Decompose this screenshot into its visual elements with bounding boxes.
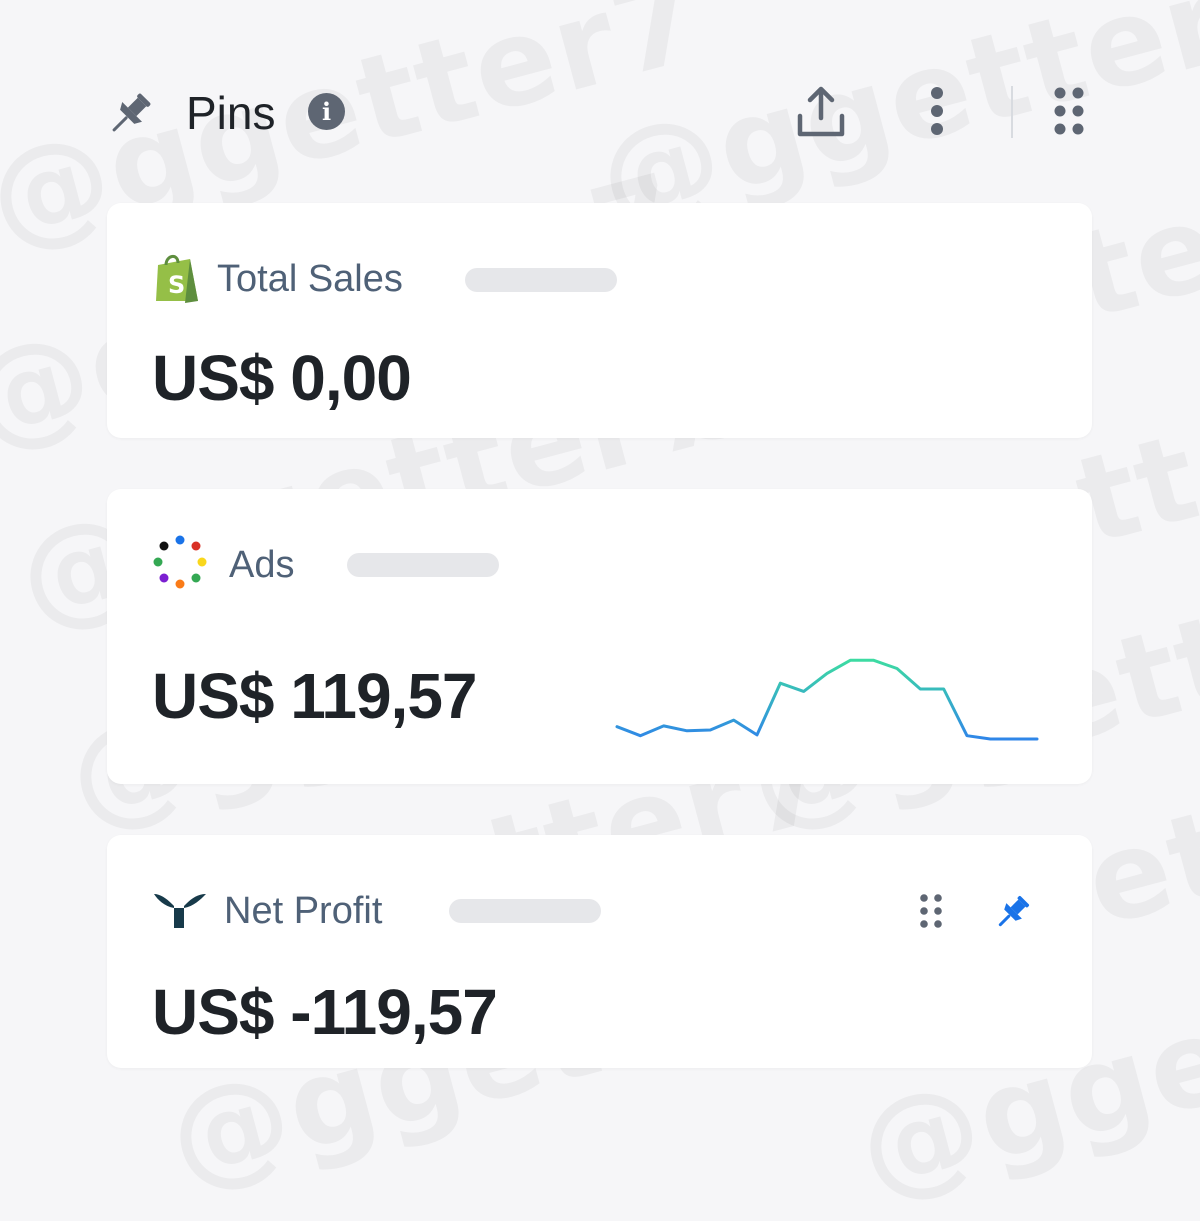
- card-value: US$ -119,57: [152, 976, 498, 1048]
- placeholder-bar: [465, 268, 617, 292]
- sparkline-path: [615, 658, 1039, 741]
- placeholder-bar: [347, 553, 499, 577]
- card-label: Ads: [229, 544, 295, 586]
- pin-icon: [112, 93, 151, 132]
- pins-header: Pins i: [0, 0, 1200, 200]
- card-value: US$ 119,57: [152, 660, 477, 732]
- header-divider: [1011, 86, 1013, 138]
- net-profit-card[interactable]: Net Profit US$ -119,57: [107, 835, 1092, 1068]
- pin-icon[interactable]: [992, 893, 1032, 933]
- svg-text:S: S: [168, 271, 185, 299]
- info-icon[interactable]: i: [308, 93, 345, 130]
- share-icon[interactable]: [792, 84, 850, 142]
- total-sales-card[interactable]: S Total Sales US$ 0,00: [107, 203, 1092, 438]
- drag-handle-icon[interactable]: [919, 893, 943, 929]
- shopify-logo: S: [156, 255, 198, 303]
- ads-dots-logo: [153, 535, 207, 589]
- card-label: Total Sales: [217, 258, 403, 300]
- card-value: US$ 0,00: [152, 342, 412, 414]
- triple-whale-logo: [154, 894, 206, 928]
- more-vertical-icon[interactable]: [924, 86, 950, 136]
- placeholder-bar: [449, 899, 601, 923]
- drag-grid-icon[interactable]: [1052, 86, 1086, 136]
- ads-card[interactable]: Ads US$ 119,57: [107, 489, 1092, 784]
- ads-sparkline: [615, 658, 1039, 741]
- page-title: Pins: [186, 87, 276, 139]
- card-label: Net Profit: [224, 890, 383, 932]
